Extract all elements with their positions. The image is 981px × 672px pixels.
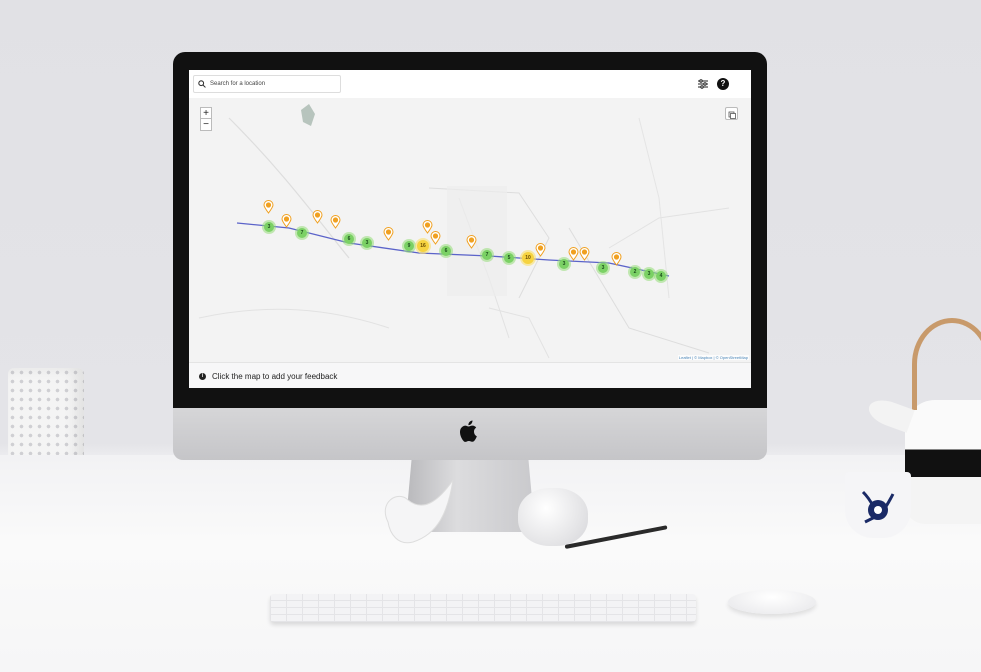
flower-pattern-icon: [861, 490, 895, 524]
map-attribution[interactable]: Leaflet | © Mapbox | © OpenStreetMap: [677, 355, 749, 360]
map-canvas[interactable]: + − 3 7 6 3 9 16 6 7 5 10 3 3 2 3 4 Leaf…: [189, 98, 751, 362]
info-icon: i: [199, 372, 206, 380]
map-cluster[interactable]: 16: [417, 240, 429, 252]
feedback-pin-icon[interactable]: [383, 227, 394, 241]
feedback-pin-icon[interactable]: [568, 247, 579, 261]
decor-teapot-handle: [912, 318, 981, 410]
map-cluster[interactable]: 5: [504, 253, 514, 263]
map-cluster[interactable]: 3: [644, 269, 654, 279]
map-cluster[interactable]: 3: [264, 222, 274, 232]
map-cluster[interactable]: 6: [441, 246, 451, 256]
zoom-out-button[interactable]: −: [200, 119, 212, 131]
monitor-chin: [173, 408, 767, 460]
decor-paper-ball: [518, 488, 588, 546]
feedback-pin-icon[interactable]: [430, 231, 441, 245]
top-toolbar: Search for a location ?: [189, 70, 751, 98]
apple-logo-icon: [460, 420, 477, 442]
search-icon: [198, 80, 206, 88]
zoom-controls: + −: [200, 107, 212, 131]
feedback-pin-icon[interactable]: [611, 252, 622, 266]
app-screen: Search for a location ? + − 3 7 6 3 9 16…: [189, 70, 751, 388]
decor-bird: [368, 472, 464, 552]
map-cluster[interactable]: 4: [656, 271, 666, 281]
status-bar: i Click the map to add your feedback: [189, 362, 751, 388]
zoom-in-button[interactable]: +: [200, 107, 212, 119]
decor-teapot: [905, 400, 981, 524]
feedback-pin-icon[interactable]: [579, 247, 590, 261]
decor-mouse: [728, 590, 816, 614]
map-cluster[interactable]: 6: [344, 234, 354, 244]
map-cluster[interactable]: 3: [362, 238, 372, 248]
map-cluster[interactable]: 2: [630, 267, 640, 277]
feedback-pin-icon[interactable]: [281, 214, 292, 228]
search-input[interactable]: Search for a location: [193, 75, 341, 93]
layers-icon: [728, 111, 736, 119]
map-roads: [198, 104, 730, 359]
help-button[interactable]: ?: [717, 78, 729, 90]
search-placeholder: Search for a location: [210, 81, 266, 87]
map-cluster[interactable]: 7: [297, 228, 307, 238]
feedback-pin-icon[interactable]: [312, 210, 323, 224]
layers-button[interactable]: [725, 107, 738, 120]
map-cluster[interactable]: 9: [404, 241, 414, 251]
sliders-icon[interactable]: [697, 78, 709, 90]
decor-cup: [845, 472, 911, 538]
feedback-pin-icon[interactable]: [330, 215, 341, 229]
map-cluster[interactable]: 10: [522, 252, 534, 264]
status-message: Click the map to add your feedback: [212, 371, 338, 381]
feedback-pin-icon[interactable]: [466, 235, 477, 249]
feedback-pin-icon[interactable]: [263, 200, 274, 214]
map-cluster[interactable]: 3: [598, 263, 608, 273]
map-cluster[interactable]: 7: [482, 250, 492, 260]
feedback-pin-icon[interactable]: [535, 243, 546, 257]
decor-keyboard: [270, 594, 696, 622]
